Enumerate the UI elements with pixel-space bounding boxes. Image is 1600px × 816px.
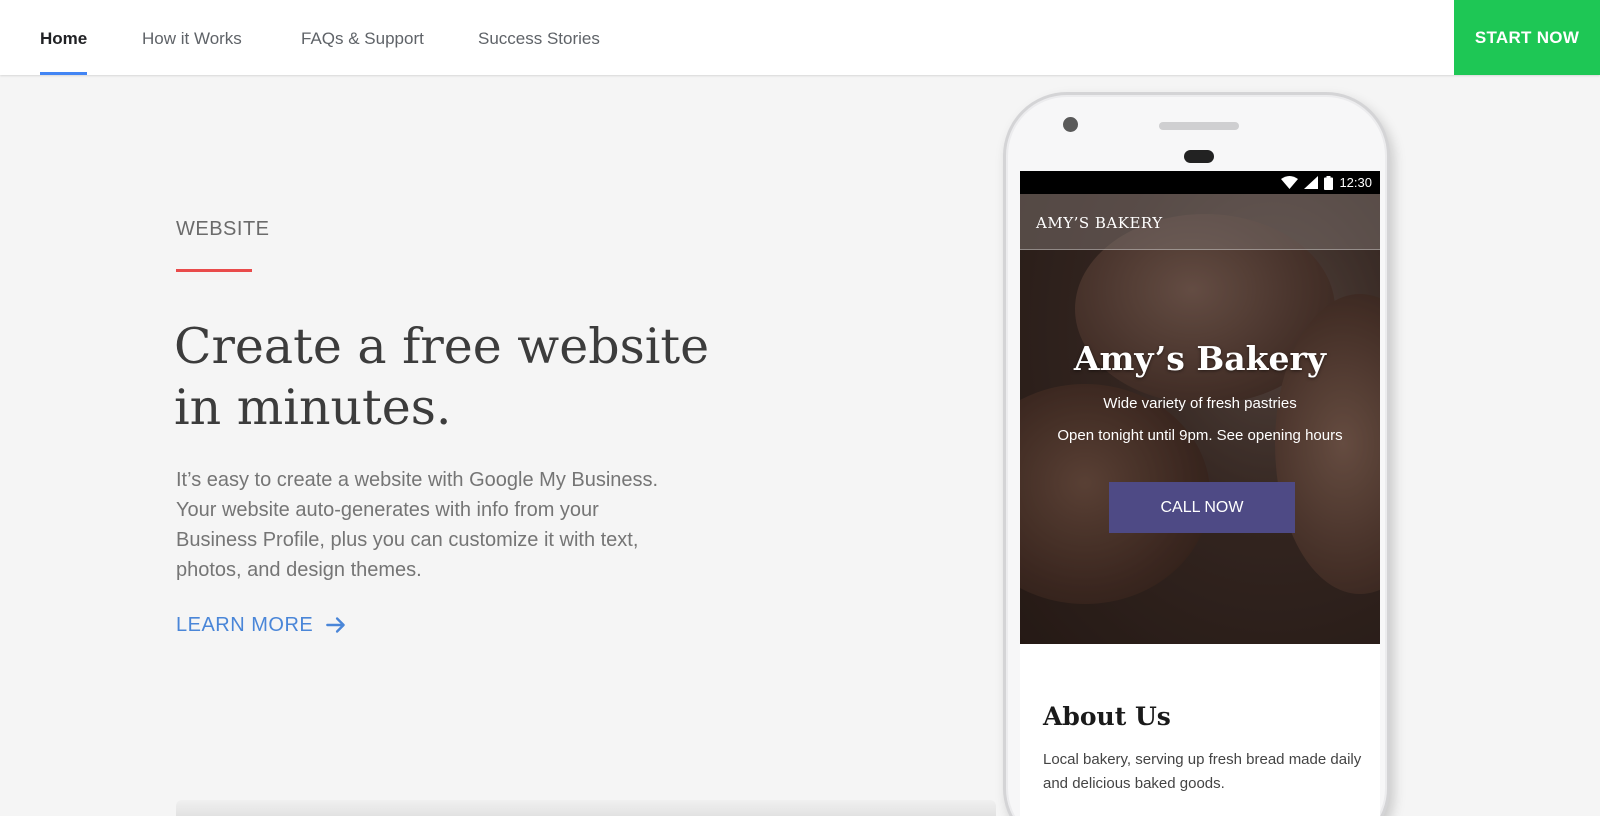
status-bar: 12:30: [1020, 171, 1380, 194]
phone-screen: 12:30 AMY’S BAKERY Amy’s Bakery Wide var…: [1020, 171, 1380, 816]
headline-line-2: in minutes.: [174, 379, 452, 436]
signal-icon: [1304, 176, 1319, 189]
hero-overlay: [1020, 194, 1380, 644]
top-nav: Home How it Works FAQs & Support Success…: [0, 0, 1600, 75]
nav-faqs-support[interactable]: FAQs & Support: [301, 0, 424, 75]
site-header-bar: AMY’S BAKERY: [1020, 194, 1380, 250]
nav-how-it-works[interactable]: How it Works: [142, 0, 242, 75]
learn-more-label: LEARN MORE: [176, 613, 314, 636]
hero-description: It’s easy to create a website with Googl…: [176, 469, 659, 581]
wifi-icon: [1281, 176, 1299, 189]
front-camera-icon: [1063, 117, 1078, 132]
headline-line-1: Create a free website: [174, 318, 710, 375]
about-section: About Us Local bakery, serving up fresh …: [1020, 644, 1380, 816]
nav-home[interactable]: Home: [40, 0, 88, 75]
page-headline: Create a free website in minutes.: [174, 316, 734, 438]
bakery-subtitle: Wide variety of fresh pastries: [1103, 395, 1297, 412]
next-section-edge: [176, 800, 996, 816]
about-text: Local bakery, serving up fresh bread mad…: [1043, 751, 1362, 792]
eyebrow-divider: [176, 269, 252, 272]
section-eyebrow: WEBSITE: [176, 218, 270, 240]
start-now-button[interactable]: START NOW: [1454, 0, 1600, 75]
phone-mockup: 12:30 AMY’S BAKERY Amy’s Bakery Wide var…: [1003, 92, 1390, 816]
nav-success-stories[interactable]: Success Stories: [478, 0, 600, 75]
speaker-grille: [1159, 122, 1239, 130]
bakery-hero: AMY’S BAKERY Amy’s Bakery Wide variety o…: [1020, 194, 1380, 644]
battery-icon: [1324, 175, 1334, 190]
bakery-hours[interactable]: Open tonight until 9pm. See opening hour…: [1020, 427, 1380, 444]
status-time: 12:30: [1339, 175, 1372, 190]
proximity-sensor: [1184, 150, 1214, 163]
about-title: About Us: [1043, 702, 1171, 731]
site-name[interactable]: AMY’S BAKERY: [1036, 214, 1163, 232]
call-now-button[interactable]: CALL NOW: [1109, 482, 1295, 533]
arrow-right-icon: [326, 617, 346, 633]
learn-more-link[interactable]: LEARN MORE: [176, 612, 349, 638]
bakery-title: Amy’s Bakery: [1073, 339, 1327, 378]
